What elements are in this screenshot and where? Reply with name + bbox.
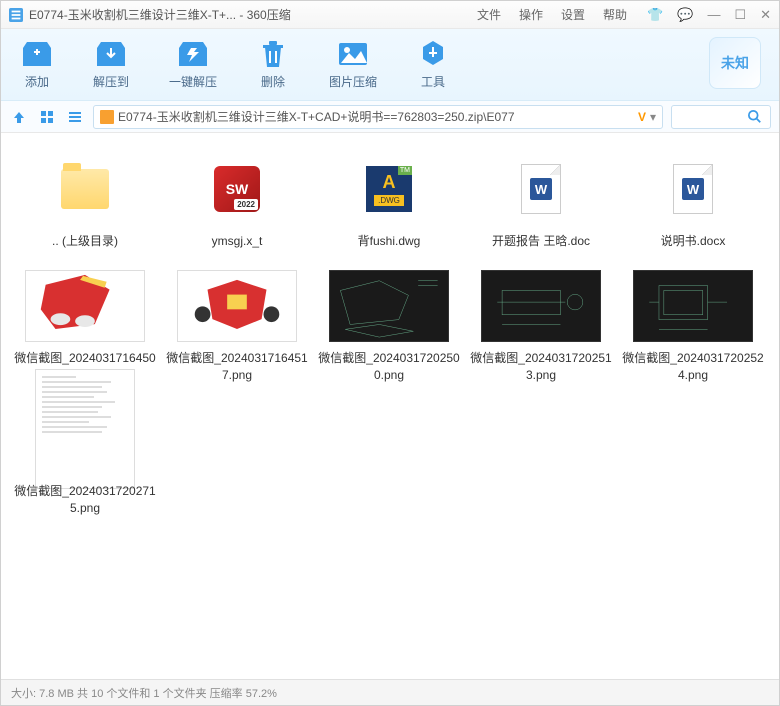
tools-icon — [417, 39, 449, 69]
toolbar-tools-label: 工具 — [421, 73, 445, 90]
toolbar-image[interactable]: 图片压缩 — [329, 39, 377, 90]
search-icon — [748, 110, 762, 124]
window-title: E0774-玉米收割机三维设计三维X-T+... - 360压缩 — [29, 6, 291, 23]
file-name: 背fushi.dwg — [354, 233, 425, 250]
toolbar: 添加 解压到 一键解压 删除 图片压缩 工具 未知 — [1, 29, 779, 101]
file-name: .. (上级目录) — [48, 233, 122, 250]
toolbar-tools[interactable]: 工具 — [417, 39, 449, 90]
nav-list-icon[interactable] — [65, 107, 85, 127]
path-text: E0774-玉米收割机三维设计三维X-T+CAD+说明书==762803=250… — [118, 108, 634, 125]
nav-up-icon[interactable] — [9, 107, 29, 127]
menu-bar: 文件 操作 设置 帮助 — [477, 6, 627, 23]
file-name: 微信截图_20240317202715.png — [9, 483, 161, 517]
close-icon[interactable]: ✕ — [760, 7, 771, 23]
file-list: .. (上级目录) SW2022 ymsgj.x_t TMA.DWG 背fush… — [1, 133, 779, 679]
toolbar-extract-label: 解压到 — [93, 73, 129, 90]
word-icon: W — [521, 164, 561, 214]
thumbnail — [329, 270, 449, 342]
thumbnail — [25, 270, 145, 342]
file-name: 说明书.docx — [657, 233, 730, 250]
toolbar-quickextract[interactable]: 一键解压 — [169, 39, 217, 90]
file-item[interactable]: W 说明书.docx — [617, 153, 769, 250]
titlebar: E0774-玉米收割机三维设计三维X-T+... - 360压缩 文件 操作 设… — [1, 1, 779, 29]
file-item[interactable]: W 开题报告 王晗.doc — [465, 153, 617, 250]
format-badge: 未知 — [709, 37, 761, 89]
file-name: 微信截图_20240317202524.png — [617, 350, 769, 384]
toolbar-extract[interactable]: 解压到 — [93, 39, 129, 90]
image-icon — [337, 39, 369, 69]
quickextract-icon — [177, 39, 209, 69]
delete-icon — [257, 39, 289, 69]
file-name: ymsgj.x_t — [208, 233, 267, 250]
file-name: 微信截图_20240317202513.png — [465, 350, 617, 384]
menu-help[interactable]: 帮助 — [603, 6, 627, 23]
menu-settings[interactable]: 设置 — [561, 6, 585, 23]
maximize-icon[interactable]: ☐ — [734, 7, 746, 23]
word-icon: W — [673, 164, 713, 214]
thumbnail — [633, 270, 753, 342]
path-dropdown-icon[interactable]: ▾ — [650, 110, 656, 124]
file-name: 微信截图_20240317164517.png — [161, 350, 313, 384]
thumbnail — [35, 369, 135, 489]
minimize-icon[interactable]: — — [707, 7, 720, 23]
nav-view-icon[interactable] — [37, 107, 57, 127]
file-item[interactable]: 微信截图_20240317164517.png — [161, 270, 313, 384]
skin-icon[interactable]: 👕 — [647, 7, 663, 23]
feedback-icon[interactable]: 💬 — [677, 7, 693, 23]
navbar: E0774-玉米收割机三维设计三维X-T+CAD+说明书==762803=250… — [1, 101, 779, 133]
toolbar-delete-label: 删除 — [261, 73, 285, 90]
folder-icon — [61, 169, 109, 209]
add-icon — [21, 39, 53, 69]
thumbnail — [177, 270, 297, 342]
file-item[interactable]: 微信截图_20240317202500.png — [313, 270, 465, 384]
file-item[interactable]: 微信截图_20240317164502.png — [9, 270, 161, 384]
solidworks-icon: SW2022 — [214, 166, 260, 212]
file-name: 开题报告 王晗.doc — [488, 233, 594, 250]
search-box[interactable] — [671, 105, 771, 129]
status-text: 大小: 7.8 MB 共 10 个文件和 1 个文件夹 压缩率 57.2% — [11, 685, 277, 701]
dwg-icon: TMA.DWG — [366, 166, 412, 212]
statusbar: 大小: 7.8 MB 共 10 个文件和 1 个文件夹 压缩率 57.2% — [1, 679, 779, 705]
file-item[interactable]: 微信截图_20240317202524.png — [617, 270, 769, 384]
app-icon — [9, 8, 23, 22]
file-item[interactable]: SW2022 ymsgj.x_t — [161, 153, 313, 250]
extract-icon — [95, 39, 127, 69]
file-item[interactable]: 微信截图_20240317202715.png — [9, 403, 161, 517]
menu-file[interactable]: 文件 — [477, 6, 501, 23]
vip-badge: V — [638, 110, 646, 124]
thumbnail — [481, 270, 601, 342]
path-input[interactable]: E0774-玉米收割机三维设计三维X-T+CAD+说明书==762803=250… — [93, 105, 663, 129]
toolbar-add[interactable]: 添加 — [21, 39, 53, 90]
toolbar-image-label: 图片压缩 — [329, 73, 377, 90]
toolbar-add-label: 添加 — [25, 73, 49, 90]
toolbar-quickextract-label: 一键解压 — [169, 73, 217, 90]
archive-icon — [100, 110, 114, 124]
menu-operation[interactable]: 操作 — [519, 6, 543, 23]
file-name: 微信截图_20240317202500.png — [313, 350, 465, 384]
file-item[interactable]: TMA.DWG 背fushi.dwg — [313, 153, 465, 250]
toolbar-delete[interactable]: 删除 — [257, 39, 289, 90]
file-item[interactable]: 微信截图_20240317202513.png — [465, 270, 617, 384]
file-item-parent[interactable]: .. (上级目录) — [9, 153, 161, 250]
window-controls: 👕 💬 — ☐ ✕ — [647, 7, 771, 23]
